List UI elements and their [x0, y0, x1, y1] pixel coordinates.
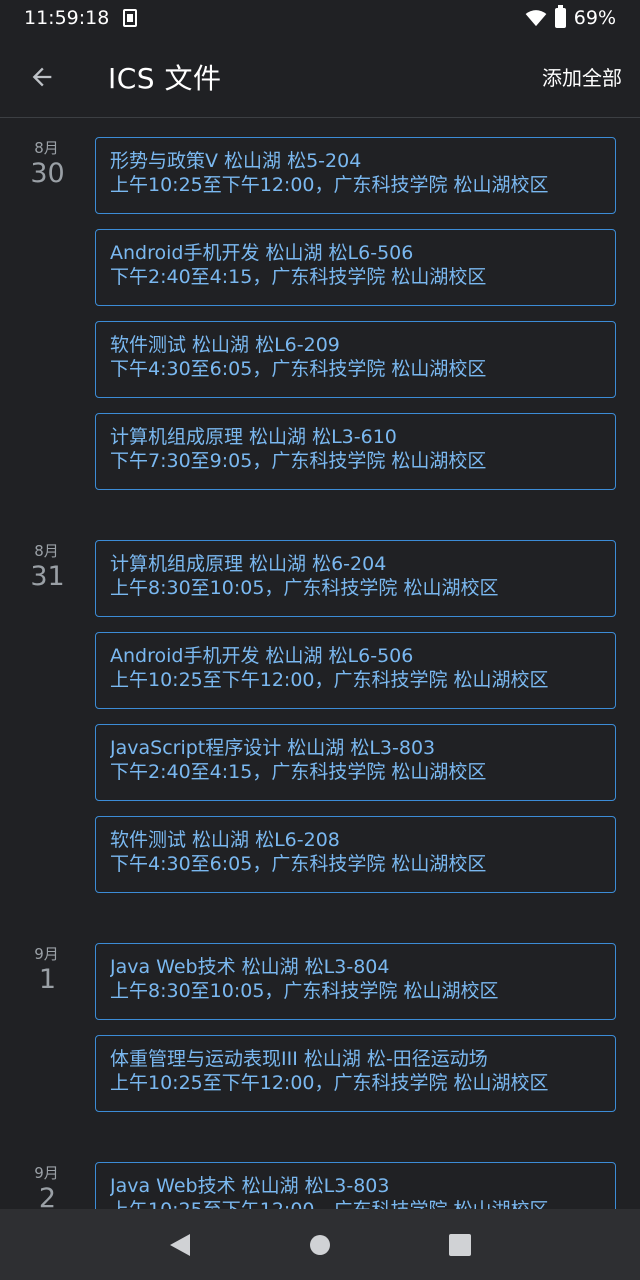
event-detail: 下午2:40至4:15，广东科技学院 松山湖校区 [110, 761, 487, 783]
battery-icon [554, 5, 566, 28]
event-title: 软件测试 松山湖 松L6-208 [110, 829, 340, 851]
event-card[interactable]: 计算机组成原理 松山湖 松6-204 上午8:30至10:05，广东科技学院 松… [95, 540, 616, 617]
square-recents-icon [449, 1233, 471, 1256]
event-card[interactable]: JavaScript程序设计 松山湖 松L3-803 下午2:40至4:15，广… [95, 724, 616, 801]
nav-back-button[interactable] [160, 1225, 200, 1265]
status-time: 11:59:18 [24, 7, 110, 29]
page-title: ICS 文件 [108, 61, 222, 95]
event-list[interactable]: 8月 30 形势与政策V 松山湖 松5-204 上午10:25至下午12:00，… [0, 119, 640, 1209]
event-detail: 上午10:25至下午12:00，广东科技学院 松山湖校区 [110, 669, 549, 691]
event-title: Android手机开发 松山湖 松L6-506 [110, 242, 414, 264]
event-detail: 上午8:30至10:05，广东科技学院 松山湖校区 [110, 577, 499, 599]
event-title: 体重管理与运动表现III 松山湖 松-田径运动场 [110, 1048, 488, 1070]
back-button[interactable] [22, 57, 62, 97]
event-title: Android手机开发 松山湖 松L6-506 [110, 645, 414, 667]
events: 计算机组成原理 松山湖 松6-204 上午8:30至10:05，广东科技学院 松… [95, 522, 616, 893]
event-title: JavaScript程序设计 松山湖 松L3-803 [110, 737, 436, 759]
circle-home-icon [310, 1234, 330, 1255]
date-month: 9月 [34, 945, 59, 963]
events: Java Web技术 松山湖 松L3-804 上午8:30至10:05，广东科技… [95, 925, 616, 1112]
events: Java Web技术 松山湖 松L3-803 上午10:25至下午12:00，广… [95, 1144, 616, 1209]
date-month: 8月 [34, 542, 59, 560]
arrow-back-icon [32, 67, 52, 86]
event-card[interactable]: Java Web技术 松山湖 松L3-803 上午10:25至下午12:00，广… [95, 1162, 616, 1209]
date-column: 8月 30 [0, 119, 95, 189]
nav-home-button[interactable] [300, 1225, 340, 1265]
nav-recents-button[interactable] [440, 1225, 480, 1265]
event-title: Java Web技术 松山湖 松L3-803 [110, 1175, 390, 1197]
event-card[interactable]: Android手机开发 松山湖 松L6-506 上午10:25至下午12:00，… [95, 632, 616, 709]
date-month: 8月 [34, 139, 59, 157]
date-day: 31 [30, 561, 65, 592]
event-card[interactable]: 计算机组成原理 松山湖 松L3-610 下午7:30至9:05，广东科技学院 松… [95, 413, 616, 490]
event-title: 计算机组成原理 松山湖 松6-204 [110, 553, 387, 575]
event-detail: 上午10:25至下午12:00，广东科技学院 松山湖校区 [110, 1072, 549, 1094]
status-right: 69% [525, 5, 616, 29]
event-detail: 上午10:25至下午12:00，广东科技学院 松山湖校区 [110, 174, 549, 196]
app-bar: ICS 文件 添加全部 [0, 36, 640, 118]
date-column: 9月 2 [0, 1144, 95, 1209]
triangle-back-icon [170, 1233, 190, 1256]
event-card[interactable]: 形势与政策V 松山湖 松5-204 上午10:25至下午12:00，广东科技学院… [95, 137, 616, 214]
event-detail: 上午10:25至下午12:00，广东科技学院 松山湖校区 [110, 1198, 601, 1209]
event-card[interactable]: Java Web技术 松山湖 松L3-804 上午8:30至10:05，广东科技… [95, 943, 616, 1020]
event-detail: 上午8:30至10:05，广东科技学院 松山湖校区 [110, 980, 499, 1002]
day-group: 9月 2 Java Web技术 松山湖 松L3-803 上午10:25至下午12… [0, 1144, 640, 1209]
day-group: 8月 30 形势与政策V 松山湖 松5-204 上午10:25至下午12:00，… [0, 119, 640, 522]
add-all-button[interactable]: 添加全部 [542, 62, 622, 91]
events: 形势与政策V 松山湖 松5-204 上午10:25至下午12:00，广东科技学院… [95, 119, 616, 490]
event-detail: 下午4:30至6:05，广东科技学院 松山湖校区 [110, 853, 487, 875]
event-title: Java Web技术 松山湖 松L3-804 [110, 956, 390, 978]
date-column: 9月 1 [0, 925, 95, 995]
event-card[interactable]: 软件测试 松山湖 松L6-209 下午4:30至6:05，广东科技学院 松山湖校… [95, 321, 616, 398]
event-card[interactable]: 软件测试 松山湖 松L6-208 下午4:30至6:05，广东科技学院 松山湖校… [95, 816, 616, 893]
sim-card-icon [123, 9, 138, 27]
date-month: 9月 [34, 1164, 59, 1182]
event-detail: 下午7:30至9:05，广东科技学院 松山湖校区 [110, 450, 487, 472]
battery-percent: 69% [573, 7, 616, 29]
day-group: 9月 1 Java Web技术 松山湖 松L3-804 上午8:30至10:05… [0, 925, 640, 1144]
status-left: 11:59:18 [24, 7, 138, 29]
event-title: 软件测试 松山湖 松L6-209 [110, 334, 340, 356]
day-group: 8月 31 计算机组成原理 松山湖 松6-204 上午8:30至10:05，广东… [0, 522, 640, 925]
status-bar: 11:59:18 69% [0, 0, 640, 36]
event-card[interactable]: Android手机开发 松山湖 松L6-506 下午2:40至4:15，广东科技… [95, 229, 616, 306]
event-title: 形势与政策V 松山湖 松5-204 [110, 150, 362, 172]
date-column: 8月 31 [0, 522, 95, 592]
date-day: 2 [38, 1183, 57, 1209]
date-day: 30 [30, 158, 65, 189]
event-card[interactable]: 体重管理与运动表现III 松山湖 松-田径运动场 上午10:25至下午12:00… [95, 1035, 616, 1112]
event-title: 计算机组成原理 松山湖 松L3-610 [110, 426, 397, 448]
wifi-icon [525, 10, 547, 27]
navigation-bar [0, 1209, 640, 1280]
event-detail: 下午4:30至6:05，广东科技学院 松山湖校区 [110, 358, 487, 380]
event-detail: 下午2:40至4:15，广东科技学院 松山湖校区 [110, 266, 487, 288]
date-day: 1 [38, 964, 57, 995]
